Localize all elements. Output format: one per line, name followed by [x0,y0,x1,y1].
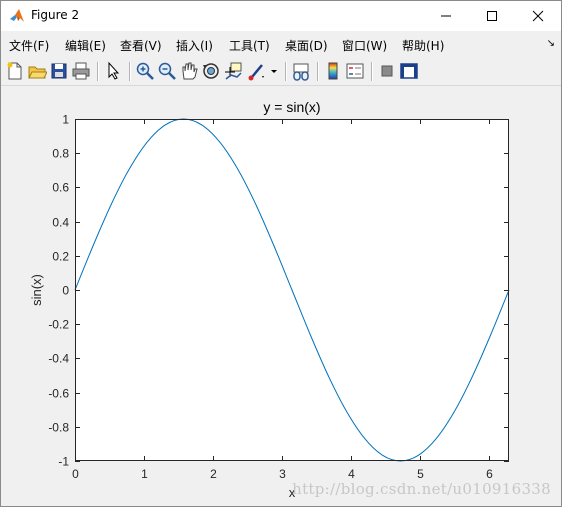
show-plot-tools-icon[interactable] [399,61,419,81]
y-tick-label: -0.8 [48,421,69,435]
zoom-in-icon[interactable] [135,61,155,81]
edit-plot-icon[interactable] [103,61,123,81]
menu-view[interactable]: 查看(V) [120,37,162,54]
x-tick-label: 5 [417,467,424,481]
toolbar-separator [285,62,287,81]
maximize-icon [487,10,497,21]
figure-canvas[interactable]: -1 -0.8 -0.6 -0.4 -0.2 0 0.2 0.4 0.6 0.8 1 0 1 2 3 4 5 6… [1,86,561,506]
brush-dropdown-icon[interactable] [269,61,279,81]
plot-title: y = sin(x) [263,99,320,115]
y-tick-label: -0.2 [48,318,69,332]
menu-insert[interactable]: 插入(I) [176,37,213,54]
insert-colorbar-icon[interactable] [323,61,343,81]
toolbar-separator [317,62,319,81]
menu-window[interactable]: 窗口(W) [342,37,387,54]
save-icon[interactable] [49,61,69,81]
y-axis-label: sin(x) [29,274,44,306]
x-tick-label: 1 [141,467,148,481]
x-tick-label: 6 [486,467,493,481]
maximize-button[interactable] [469,1,515,31]
y-tick-label: 0 [62,284,69,298]
minimize-button[interactable] [423,1,469,31]
x-tick-label: 3 [279,467,286,481]
toolbar-separator [97,62,99,81]
menu-desktop[interactable]: 桌面(D) [285,37,328,54]
pan-icon[interactable] [179,61,199,81]
x-tick-label: 4 [348,467,355,481]
menu-tools[interactable]: 工具(T) [229,37,270,54]
minimize-icon [441,15,451,16]
menu-expand-icon[interactable]: ↘ [547,38,555,49]
insert-legend-icon[interactable] [345,61,365,81]
y-tick-label: 0.8 [52,147,69,161]
matlab-logo-icon [10,9,24,22]
toolbar-separator [371,62,373,81]
toolbar-separator [129,62,131,81]
menu-help[interactable]: 帮助(H) [402,37,444,54]
figure-toolbar [1,58,561,86]
y-tick-label: 0.2 [52,250,69,264]
close-icon [532,10,544,21]
link-plot-icon[interactable] [291,61,311,81]
window-title: Figure 2 [31,8,80,22]
x-tick-label: 0 [72,467,79,481]
y-tick-label: -0.4 [48,352,69,366]
figure-window: Figure 2 文件(F) 编辑(E) 查看(V) 插入(I) 工具(T) 桌… [0,0,562,507]
title-bar: Figure 2 [1,1,561,31]
y-tick-label: 0.6 [52,181,69,195]
y-tick-label: 1 [62,113,69,127]
open-file-icon[interactable] [27,61,47,81]
watermark-text: http://blog.csdn.net/u010916338 [292,480,551,498]
x-tick-label: 2 [210,467,217,481]
sine-plot: -1 -0.8 -0.6 -0.4 -0.2 0 0.2 0.4 0.6 0.8 1 0 1 2 3 4 5 6… [29,99,510,500]
y-tick-label: -0.6 [48,387,69,401]
y-tick-label: 0.4 [52,216,69,230]
print-icon[interactable] [71,61,91,81]
y-tick-label: -1 [58,455,69,469]
brush-icon[interactable] [247,61,267,81]
zoom-out-icon[interactable] [157,61,177,81]
hide-plot-tools-icon[interactable] [377,61,397,81]
rotate-3d-icon[interactable] [201,61,221,81]
close-button[interactable] [515,1,561,31]
menu-edit[interactable]: 编辑(E) [65,37,106,54]
menu-file[interactable]: 文件(F) [9,37,49,54]
data-cursor-icon[interactable] [223,61,243,81]
menu-bar: 文件(F) 编辑(E) 查看(V) 插入(I) 工具(T) 桌面(D) 窗口(W… [1,32,561,57]
new-figure-icon[interactable] [5,61,25,81]
